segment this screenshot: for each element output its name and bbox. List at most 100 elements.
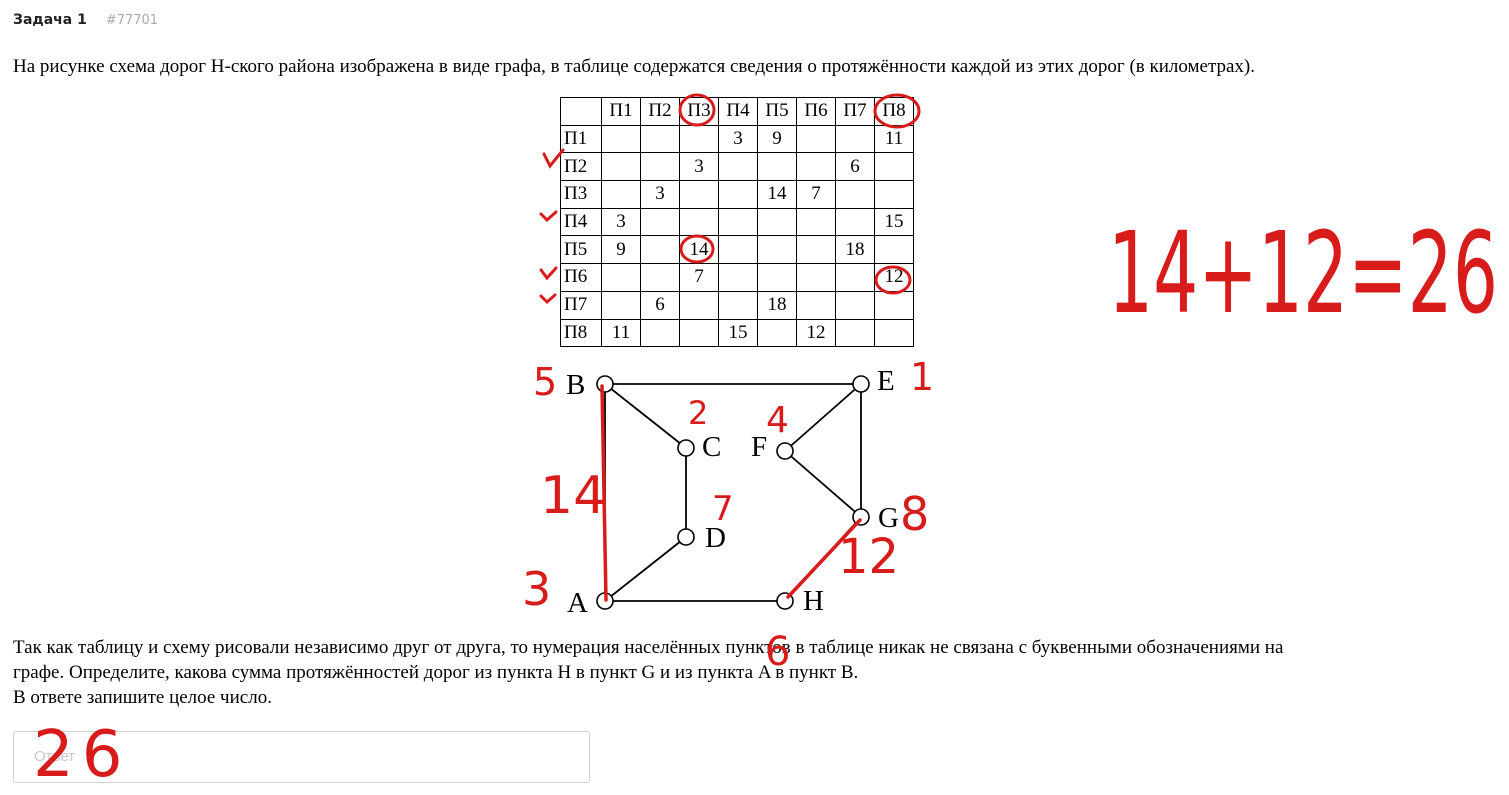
table-cell (796, 124, 836, 154)
table-corner-cell (560, 97, 602, 126)
edge-FG (784, 450, 862, 518)
table-cell (718, 207, 758, 237)
table-cell: 3 (640, 180, 680, 209)
table-cell (874, 318, 914, 348)
table-cell: 18 (835, 235, 875, 265)
table-row: П4 3 15 (560, 207, 914, 237)
table-cell: 12 (874, 263, 914, 292)
table-col-header: П2 (640, 97, 680, 126)
table-cell (679, 207, 719, 237)
table-cell (757, 152, 797, 182)
node-label-E: E (877, 365, 895, 397)
anno-equation: 14+12=26 (1108, 209, 1498, 339)
table-row: П8 11 15 12 (560, 318, 914, 348)
table-col-header: П8 (874, 97, 914, 126)
check-p6 (539, 266, 558, 281)
node-A (596, 592, 614, 610)
table-cell (796, 207, 836, 237)
table-cell (679, 180, 719, 209)
table-cell: 11 (874, 124, 914, 154)
node-label-F: F (751, 431, 767, 463)
table-row: П3 3 14 7 (560, 180, 914, 209)
node-label-B: B (566, 369, 585, 401)
table-cell (757, 235, 797, 265)
table-cell: 3 (601, 207, 641, 237)
table-cell (796, 235, 836, 265)
node-label-D: D (705, 522, 726, 554)
question-line-3: В ответе запишите целое число. (13, 687, 272, 708)
table-cell (757, 318, 797, 348)
node-C (677, 439, 695, 457)
task-header: Задача 1 #77701 (13, 10, 158, 30)
question-text: Так как таблицу и схему рисовали независ… (13, 635, 1283, 710)
node-F (776, 442, 794, 460)
table-cell: 6 (835, 152, 875, 182)
table-cell: 6 (640, 290, 680, 320)
distance-table: П1 П2 П3 П4 П5 П6 П7 П8 П1 3 9 11 П2 3 6 П3 3 14 7 П4 3 15 П5 9… (560, 97, 914, 348)
table-cell: 3 (718, 124, 758, 154)
table-cell (874, 290, 914, 320)
answer-input[interactable]: Ответ (13, 731, 590, 783)
table-row: П6 7 12 (560, 263, 914, 292)
node-label-A: A (567, 587, 588, 619)
table-cell (601, 290, 641, 320)
table-col-header: П6 (796, 97, 836, 126)
table-cell (718, 152, 758, 182)
table-cell (835, 180, 875, 209)
answer-placeholder: Ответ (34, 748, 76, 765)
table-row-header: П4 (560, 207, 602, 237)
table-cell (835, 290, 875, 320)
question-line-2: графе. Определите, какова сумма протяжён… (13, 662, 859, 683)
table-cell: 3 (679, 152, 719, 182)
table-cell (874, 235, 914, 265)
table-cell (718, 235, 758, 265)
table-cell: 14 (757, 180, 797, 209)
table-header-row: П1 П2 П3 П4 П5 П6 П7 П8 (560, 97, 914, 126)
table-row: П2 3 6 (560, 152, 914, 182)
table-row: П1 3 9 11 (560, 124, 914, 154)
node-label-H: H (803, 585, 824, 617)
table-cell (835, 124, 875, 154)
table-cell (718, 180, 758, 209)
table-cell (601, 263, 641, 292)
table-cell: 15 (874, 207, 914, 237)
node-B (596, 375, 614, 393)
table-cell (640, 318, 680, 348)
table-col-header: П5 (757, 97, 797, 126)
check-p4 (539, 210, 558, 223)
check-p7 (539, 293, 557, 305)
node-G (852, 508, 870, 526)
table-cell (835, 263, 875, 292)
node-label-C: C (702, 431, 721, 463)
table-cell (757, 263, 797, 292)
table-cell (640, 207, 680, 237)
table-cell (835, 318, 875, 348)
task-id[interactable]: #77701 (106, 13, 158, 28)
table-cell (640, 263, 680, 292)
table-cell (601, 180, 641, 209)
table-cell: 7 (679, 263, 719, 292)
table-cell (718, 263, 758, 292)
table-row-header: П8 (560, 318, 602, 348)
table-cell (601, 124, 641, 154)
node-label-G: G (878, 502, 899, 534)
table-cell (796, 152, 836, 182)
table-cell (796, 290, 836, 320)
table-cell (640, 235, 680, 265)
table-row-header: П1 (560, 124, 602, 154)
table-cell (679, 290, 719, 320)
table-cell: 9 (757, 124, 797, 154)
edge-BC (604, 383, 687, 449)
table-col-header: П4 (718, 97, 758, 126)
table-cell: 9 (601, 235, 641, 265)
table-row-header: П6 (560, 263, 602, 292)
table-cell: 12 (796, 318, 836, 348)
table-row: П7 6 18 (560, 290, 914, 320)
table-cell: 15 (718, 318, 758, 348)
edge-DA (604, 536, 687, 602)
table-col-header: П7 (835, 97, 875, 126)
table-cell: 7 (796, 180, 836, 209)
table-row: П5 9 14 18 (560, 235, 914, 265)
task-label: Задача 1 (13, 12, 87, 28)
table-row-header: П3 (560, 180, 602, 209)
